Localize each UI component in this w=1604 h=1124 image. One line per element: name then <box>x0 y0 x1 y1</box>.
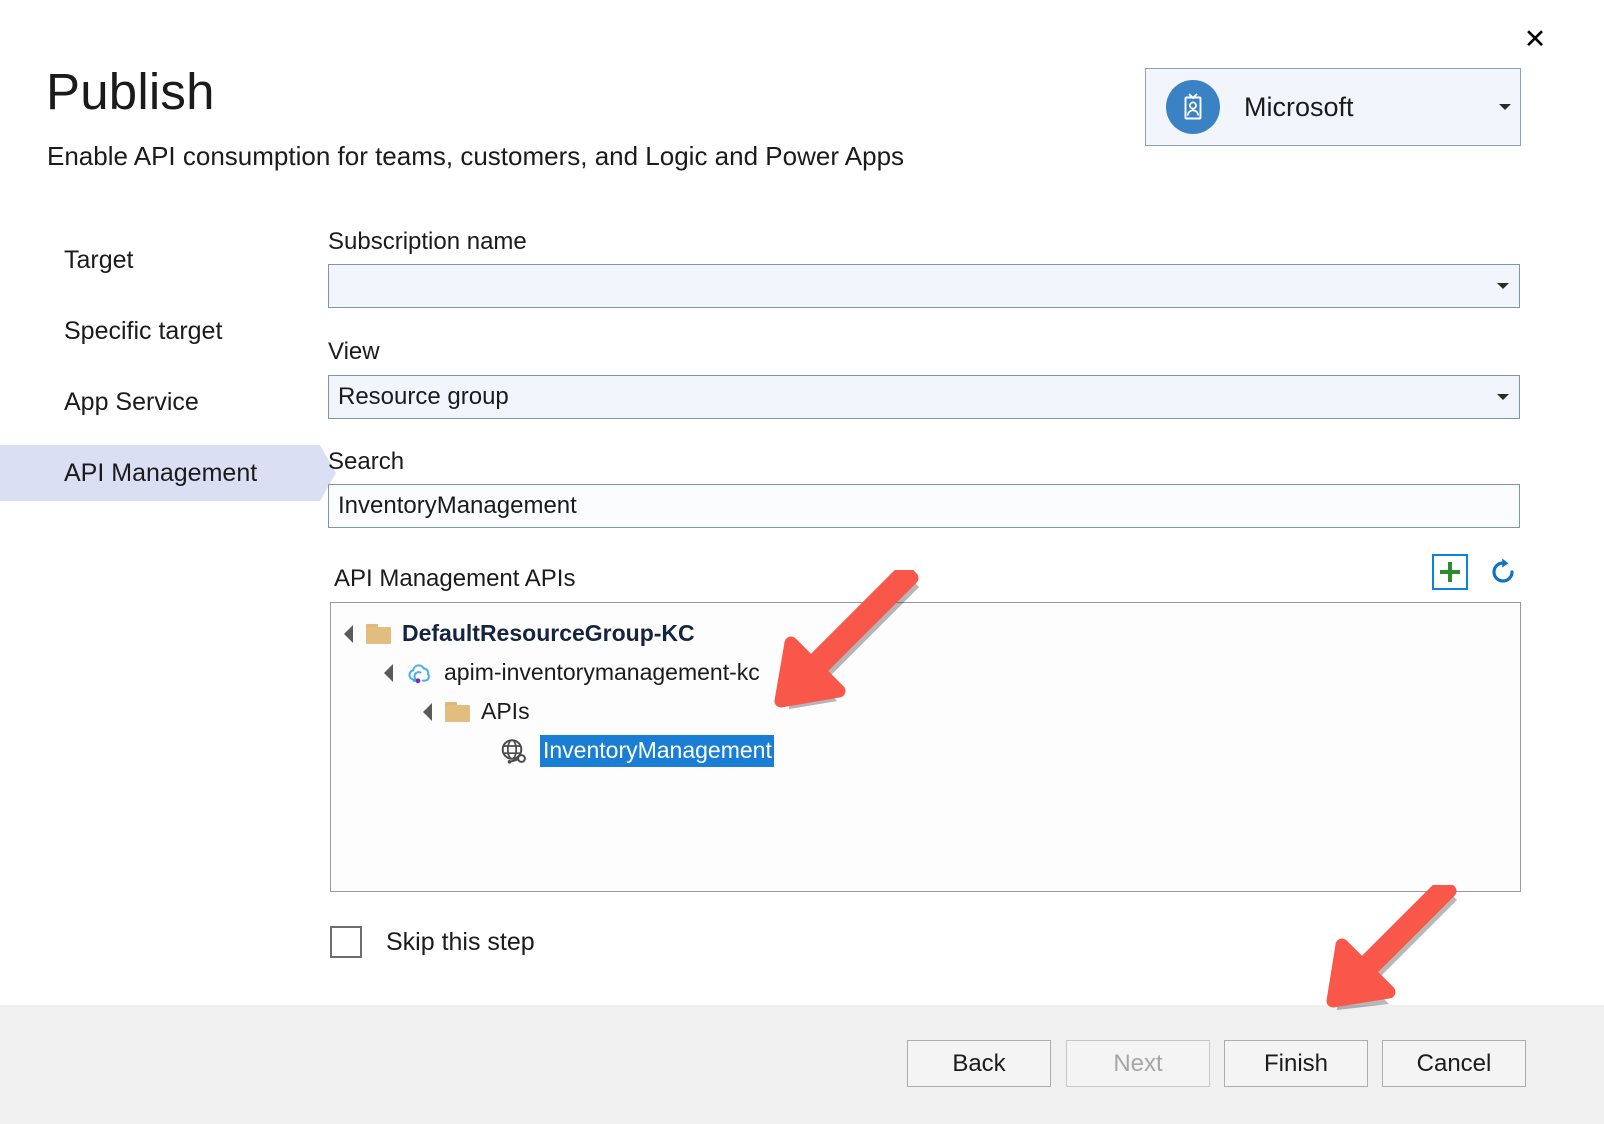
cancel-button-label: Cancel <box>1417 1050 1492 1078</box>
wizard-nav: Target Specific target App Service API M… <box>0 232 320 501</box>
skip-this-step-label: Skip this step <box>386 928 535 957</box>
folder-icon <box>445 702 470 722</box>
account-name: Microsoft <box>1244 92 1354 123</box>
chevron-down-icon[interactable] <box>1499 104 1511 110</box>
next-button-label: Next <box>1113 1050 1162 1078</box>
refresh-button[interactable] <box>1486 555 1520 589</box>
sidebar-item-label: API Management <box>64 459 257 488</box>
subscription-name-select[interactable] <box>328 264 1520 308</box>
publish-dialog: ✕ Publish Enable API consumption for tea… <box>0 0 1604 1124</box>
tree-node-label: APIs <box>481 698 530 725</box>
refresh-icon <box>1488 557 1518 587</box>
back-button-label: Back <box>952 1050 1005 1078</box>
finish-button[interactable]: Finish <box>1224 1040 1368 1087</box>
expander-icon[interactable] <box>384 664 393 682</box>
api-globe-icon <box>499 737 529 765</box>
account-selector[interactable]: Microsoft <box>1145 68 1521 146</box>
view-label: View <box>328 338 380 366</box>
checkbox-box[interactable] <box>330 926 362 958</box>
tree-section-label: API Management APIs <box>334 565 575 593</box>
view-value: Resource group <box>338 383 509 411</box>
page-subtitle: Enable API consumption for teams, custom… <box>47 141 904 172</box>
search-input-value: InventoryManagement <box>338 492 577 520</box>
sidebar-item-label: App Service <box>64 388 199 417</box>
sidebar-item-app-service[interactable]: App Service <box>0 374 320 430</box>
sidebar-item-api-management[interactable]: API Management <box>0 445 320 501</box>
api-management-tree[interactable]: DefaultResourceGroup-KC apim-inventoryma… <box>330 602 1521 892</box>
skip-this-step-checkbox[interactable]: Skip this step <box>330 926 535 958</box>
folder-icon <box>366 624 391 644</box>
cloud-icon <box>406 661 433 685</box>
page-title: Publish <box>46 62 215 121</box>
tree-node-label-selected: InventoryManagement <box>540 735 774 767</box>
sidebar-item-specific-target[interactable]: Specific target <box>0 303 320 359</box>
add-api-management-button[interactable] <box>1432 554 1468 590</box>
plus-icon <box>1437 559 1463 585</box>
next-button: Next <box>1066 1040 1210 1087</box>
search-input[interactable]: InventoryManagement <box>328 484 1520 528</box>
close-icon[interactable]: ✕ <box>1518 22 1552 56</box>
tree-row[interactable]: DefaultResourceGroup-KC <box>331 614 1520 653</box>
chevron-down-icon[interactable] <box>1497 283 1509 289</box>
sidebar-item-target[interactable]: Target <box>0 232 320 288</box>
tree-node-label: DefaultResourceGroup-KC <box>402 620 695 647</box>
expander-icon[interactable] <box>344 625 353 643</box>
expander-icon[interactable] <box>423 703 432 721</box>
view-select[interactable]: Resource group <box>328 375 1520 419</box>
tree-row[interactable]: APIs <box>331 692 1520 731</box>
id-badge-icon <box>1166 80 1220 134</box>
dialog-footer: Back Next Finish Cancel <box>0 1005 1604 1124</box>
finish-button-label: Finish <box>1264 1050 1328 1078</box>
sidebar-item-label: Target <box>64 246 133 275</box>
chevron-down-icon[interactable] <box>1497 394 1509 400</box>
cancel-button[interactable]: Cancel <box>1382 1040 1526 1087</box>
tree-row[interactable]: apim-inventorymanagement-kc <box>331 653 1520 692</box>
subscription-name-label: Subscription name <box>328 228 527 256</box>
search-label: Search <box>328 448 404 476</box>
tree-row[interactable]: InventoryManagement <box>331 731 1520 770</box>
sidebar-item-label: Specific target <box>64 317 222 346</box>
back-button[interactable]: Back <box>907 1040 1051 1087</box>
tree-node-label: apim-inventorymanagement-kc <box>444 659 760 686</box>
